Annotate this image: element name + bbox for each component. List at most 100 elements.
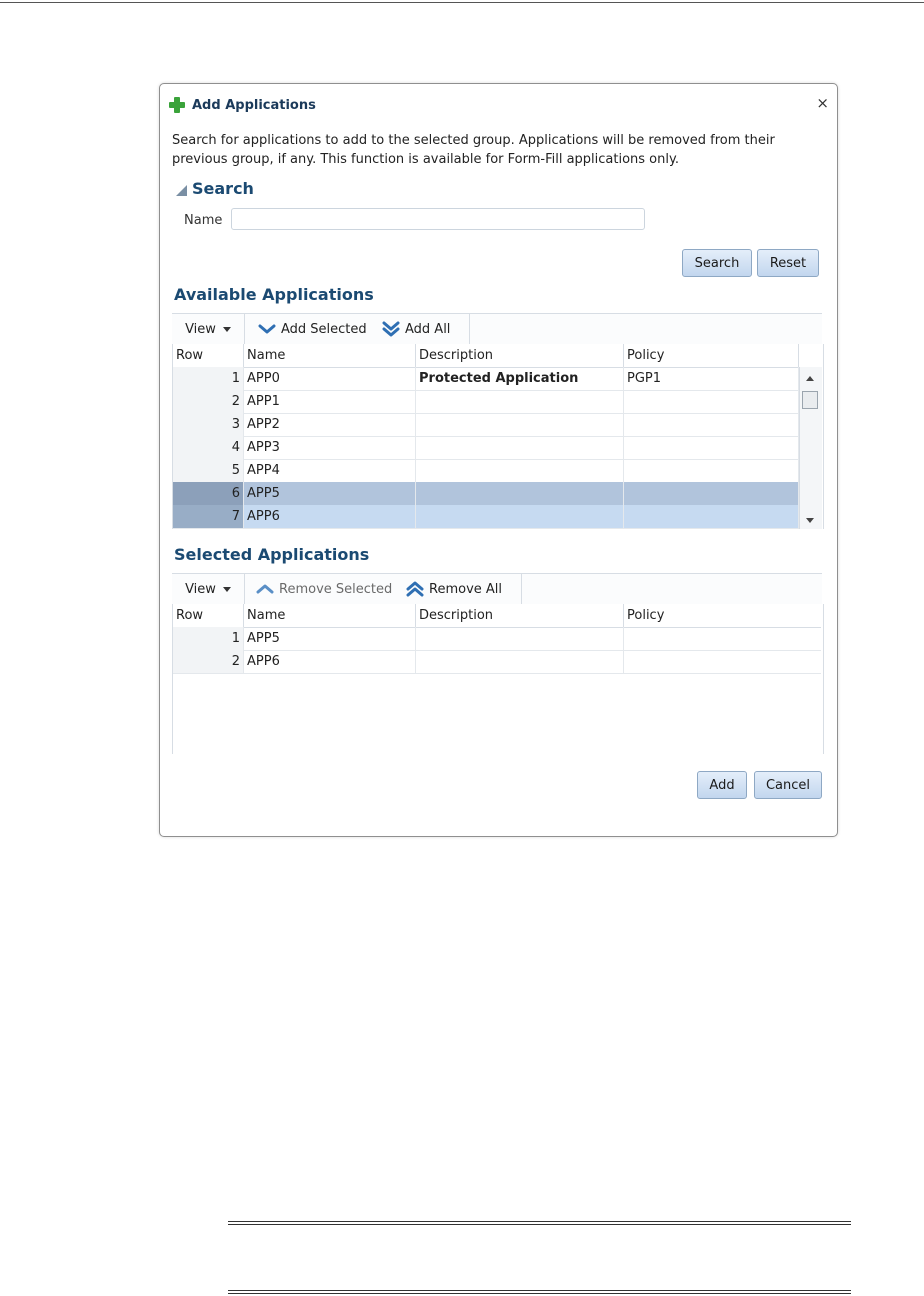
table-header: Row Name Description Policy <box>173 344 799 368</box>
app-name: APP5 <box>244 627 416 650</box>
remove-selected-label: Remove Selected <box>279 581 393 597</box>
scroll-thumb[interactable] <box>802 391 818 409</box>
row-number: 6 <box>173 482 244 505</box>
app-description <box>416 390 624 413</box>
app-name: APP3 <box>244 436 416 459</box>
app-name: APP6 <box>244 650 416 673</box>
note-bottom-rule <box>228 1290 851 1291</box>
row-number: 1 <box>173 367 244 390</box>
available-toolbar: View Add Selected Add All <box>172 313 822 345</box>
search-heading: Search <box>192 179 254 198</box>
table-row[interactable]: 4 APP3 <box>173 436 799 460</box>
app-policy <box>624 627 821 650</box>
view-menu-label: View <box>185 581 216 597</box>
remove-all-label: Remove All <box>429 581 503 597</box>
app-name: APP1 <box>244 390 416 413</box>
table-row[interactable]: 3 APP2 <box>173 413 799 437</box>
scroll-down-icon[interactable] <box>806 518 814 523</box>
dialog-description: Search for applications to add to the se… <box>172 133 775 167</box>
search-section-header[interactable]: Search <box>176 179 254 198</box>
app-policy <box>624 650 821 673</box>
column-header-description[interactable]: Description <box>416 604 624 627</box>
app-description: Protected Application <box>416 367 624 390</box>
table-row[interactable]: 1 APP5 <box>173 627 821 651</box>
close-icon[interactable]: × <box>816 94 829 112</box>
available-view-menu[interactable]: View <box>172 314 245 344</box>
app-description <box>416 459 624 482</box>
column-header-policy[interactable]: Policy <box>624 604 821 627</box>
column-header-name[interactable]: Name <box>244 604 416 627</box>
reset-button[interactable]: Reset <box>757 249 819 277</box>
add-selected-button[interactable]: Add Selected <box>258 314 367 344</box>
dropdown-caret-icon <box>222 586 231 592</box>
page-top-rule <box>0 2 924 3</box>
cancel-button[interactable]: Cancel <box>754 771 822 799</box>
collapse-triangle-icon[interactable] <box>176 184 187 196</box>
double-chevron-up-icon <box>406 581 424 597</box>
name-label: Name <box>184 213 223 228</box>
row-number: 1 <box>173 627 244 650</box>
app-name: APP5 <box>244 482 416 505</box>
toolbar-separator <box>469 314 470 344</box>
dialog-title-bar: Add Applications <box>168 96 316 114</box>
app-description <box>416 627 624 650</box>
table-header: Row Name Description Policy <box>173 604 821 628</box>
app-description <box>416 413 624 436</box>
selected-applications-heading: Selected Applications <box>174 545 370 564</box>
add-button[interactable]: Add <box>697 771 747 799</box>
row-number: 7 <box>173 505 244 528</box>
row-number: 5 <box>173 459 244 482</box>
double-chevron-down-icon <box>382 321 400 337</box>
column-header-name[interactable]: Name <box>244 344 416 367</box>
table-row[interactable]: 1 APP0 Protected Application PGP1 <box>173 367 799 391</box>
table-row[interactable]: 2 APP6 <box>173 650 821 674</box>
note-top-rule-double <box>228 1224 851 1225</box>
chevron-down-icon <box>258 324 276 334</box>
app-name: APP0 <box>244 367 416 390</box>
app-policy: PGP1 <box>624 367 799 390</box>
dropdown-caret-icon <box>222 326 231 332</box>
selected-applications-table: Row Name Description Policy 1 APP5 2 APP… <box>172 604 824 754</box>
row-number: 3 <box>173 413 244 436</box>
search-button[interactable]: Search <box>682 249 752 277</box>
app-description <box>416 436 624 459</box>
view-menu-label: View <box>185 321 216 337</box>
add-applications-dialog: Add Applications × Search for applicatio… <box>159 83 838 837</box>
app-policy <box>624 436 799 459</box>
add-selected-label: Add Selected <box>281 321 367 337</box>
app-policy <box>624 482 799 505</box>
add-plus-icon <box>168 96 186 114</box>
remove-selected-button[interactable]: Remove Selected <box>256 574 392 604</box>
note-bottom-rule-double <box>228 1293 851 1294</box>
row-number: 2 <box>173 650 244 673</box>
app-description <box>416 505 624 528</box>
scroll-up-icon[interactable] <box>806 376 814 381</box>
selected-toolbar: View Remove Selected Remove All <box>172 573 822 605</box>
column-header-row[interactable]: Row <box>173 604 244 627</box>
app-name: APP6 <box>244 505 416 528</box>
app-name: APP2 <box>244 413 416 436</box>
table-row-selected[interactable]: 6 APP5 <box>173 482 799 506</box>
app-policy <box>624 390 799 413</box>
selected-view-menu[interactable]: View <box>172 574 245 604</box>
column-header-row[interactable]: Row <box>173 344 244 367</box>
add-all-button[interactable]: Add All <box>382 314 450 344</box>
remove-all-button[interactable]: Remove All <box>406 574 502 604</box>
name-search-input[interactable] <box>231 208 645 230</box>
note-top-rule <box>228 1221 851 1222</box>
column-header-description[interactable]: Description <box>416 344 624 367</box>
table-row-selected[interactable]: 7 APP6 <box>173 505 799 529</box>
add-all-label: Add All <box>405 321 451 337</box>
app-name: APP4 <box>244 459 416 482</box>
column-header-policy[interactable]: Policy <box>624 344 799 367</box>
app-policy <box>624 459 799 482</box>
available-applications-table: Row Name Description Policy 1 APP0 Prote… <box>172 344 824 529</box>
dialog-title: Add Applications <box>192 97 316 113</box>
app-policy <box>624 413 799 436</box>
chevron-up-icon <box>256 584 274 594</box>
table-row[interactable]: 2 APP1 <box>173 390 799 414</box>
app-description <box>416 650 624 673</box>
app-policy <box>624 505 799 528</box>
table-row[interactable]: 5 APP4 <box>173 459 799 483</box>
vertical-scrollbar[interactable] <box>799 367 822 529</box>
